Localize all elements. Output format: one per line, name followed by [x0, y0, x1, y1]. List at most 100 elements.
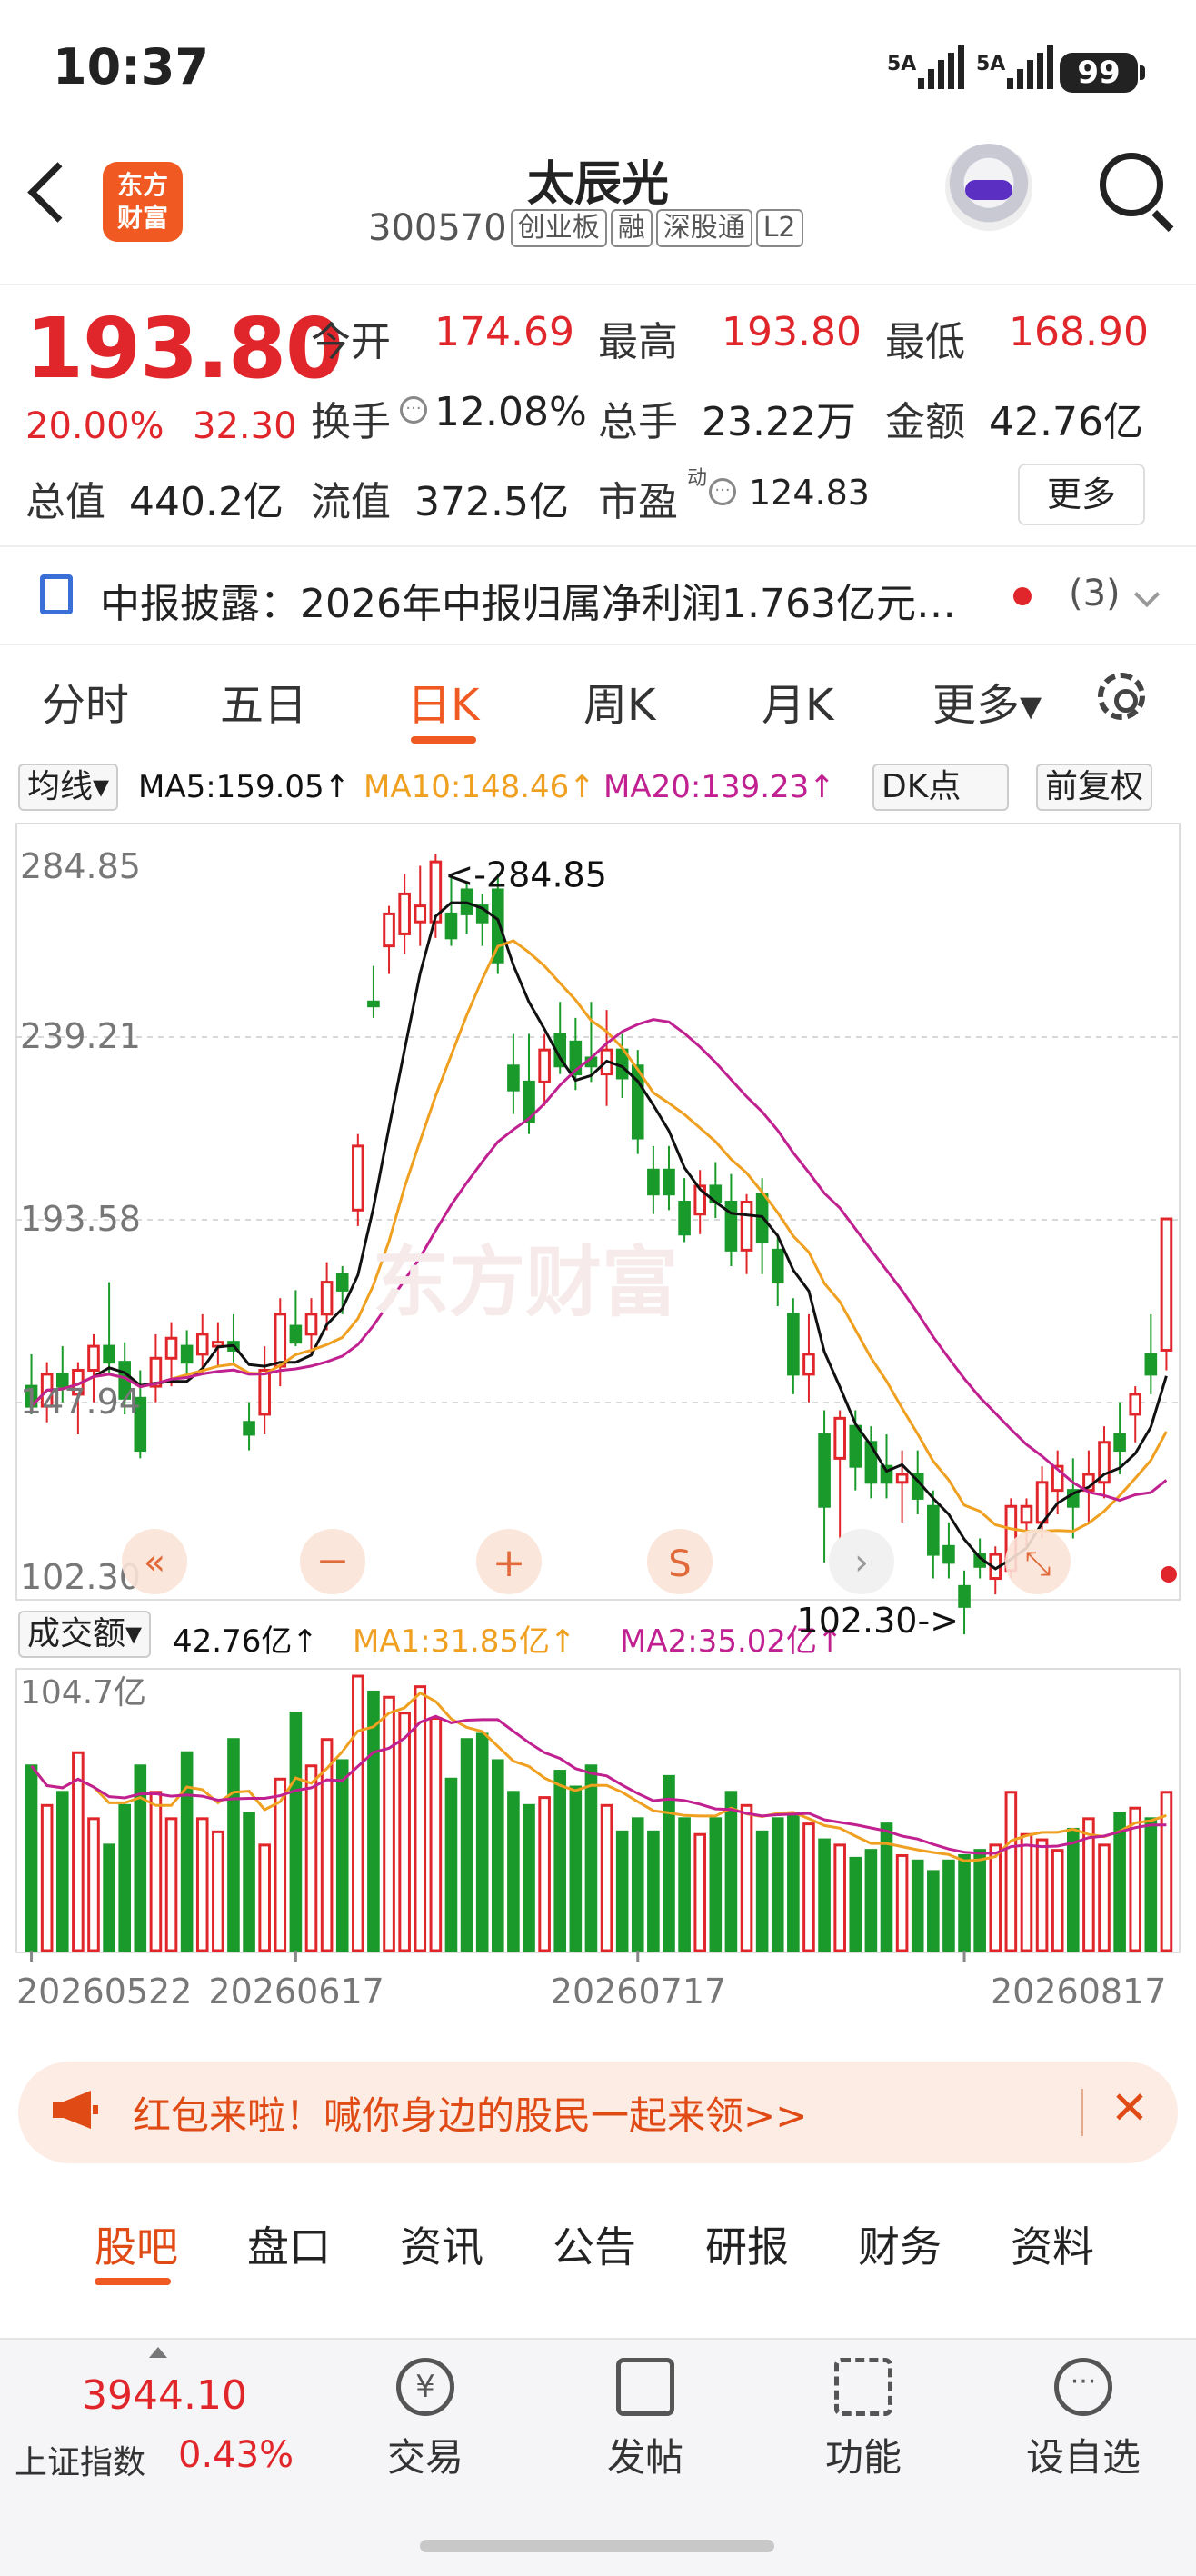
banner-close-icon[interactable]: ✕ [1111, 2082, 1149, 2134]
volume-bar [227, 1738, 240, 1952]
volume-bar [553, 1770, 567, 1952]
tab-research[interactable]: 研报 [705, 2214, 789, 2274]
ma10-line [30, 939, 1168, 1533]
watermark-logo: 东方财富 [373, 1240, 678, 1325]
candle-body [304, 1313, 318, 1336]
volume-bar [989, 1843, 1002, 1952]
volume-bar [771, 1817, 784, 1952]
volume-bar [243, 1812, 255, 1952]
scroll-left-icon: « [144, 1542, 165, 1583]
high-annotation: <-284.85 [444, 854, 607, 894]
volume-bar [212, 1830, 224, 1952]
candle-body [849, 1424, 862, 1468]
candle-body [1160, 1217, 1173, 1352]
index-change[interactable]: 0.43% [178, 2434, 294, 2476]
candle-body [818, 1433, 831, 1508]
candle-body [1113, 1433, 1126, 1453]
index-value[interactable]: 3944.10 [82, 2372, 247, 2419]
candle-body [538, 1048, 551, 1083]
volume-bar [164, 1817, 178, 1952]
volume-bar [40, 1803, 54, 1952]
volume-bar [258, 1843, 271, 1952]
scroll-right-icon: › [854, 1542, 869, 1583]
tab-announcements[interactable]: 公告 [553, 2214, 636, 2274]
volume-bar [1020, 1832, 1033, 1952]
x-label-0: 20260522 [16, 1972, 192, 2012]
volume-bar [693, 1832, 707, 1952]
volume-bar [1051, 1849, 1064, 1952]
volume-bar [973, 1849, 986, 1952]
tab-pankou[interactable]: 盘口 [247, 2214, 331, 2274]
tab-guba[interactable]: 股吧 [95, 2214, 178, 2274]
volume-bar [584, 1764, 598, 1952]
zoom-out-icon: − [316, 1538, 350, 1584]
x-label-3: 20260817 [991, 1972, 1166, 2012]
candle-body [1020, 1504, 1033, 1524]
volume-bar [475, 1732, 489, 1952]
banner-divider [1081, 2089, 1083, 2136]
nav-functions[interactable]: 功能 [791, 2427, 936, 2482]
candle-body [927, 1504, 940, 1556]
candle-body [740, 1201, 753, 1252]
candle-body [958, 1584, 971, 1608]
index-name[interactable]: 上证指数 [15, 2436, 145, 2483]
volume-bar [818, 1838, 831, 1952]
candle-body [771, 1248, 784, 1284]
candle-body [103, 1344, 115, 1364]
candle-body [414, 904, 427, 924]
candle-body [787, 1313, 800, 1376]
volume-bar [289, 1712, 303, 1952]
megaphone-icon [53, 2091, 98, 2129]
volume-bar [1035, 1838, 1049, 1952]
y-tick-3: 147.94 [20, 1382, 141, 1422]
candle-body [864, 1441, 878, 1484]
bottom-tab-indicator [95, 2278, 171, 2285]
volume-bar [787, 1812, 800, 1952]
zoom-in-icon: + [493, 1540, 526, 1586]
tab-profile[interactable]: 资料 [1011, 2214, 1094, 2274]
tab-finance[interactable]: 财务 [858, 2214, 942, 2274]
volume-bar [1098, 1843, 1111, 1952]
volume-max-label: 104.7亿 [20, 1674, 146, 1712]
y-tick-0: 284.85 [20, 846, 141, 886]
nav-trade[interactable]: 交易 [353, 2427, 498, 2482]
volume-bar [195, 1817, 209, 1952]
candle-body [87, 1344, 100, 1372]
live-dot-icon [1161, 1566, 1177, 1583]
volume-bar [709, 1817, 723, 1952]
candle-body [1035, 1481, 1049, 1524]
volume-bar [523, 1803, 535, 1952]
volume-bar [444, 1777, 458, 1952]
nav-add-watchlist[interactable]: 设自选 [1011, 2427, 1156, 2482]
post-edit-icon[interactable] [616, 2358, 674, 2416]
watchlist-add-icon[interactable]: ··· [1054, 2358, 1112, 2416]
candle-body [367, 1000, 380, 1008]
volume-bar [740, 1803, 753, 1952]
tab-news[interactable]: 资讯 [400, 2214, 483, 2274]
volume-bar [802, 1822, 815, 1952]
y-tick-1: 239.21 [20, 1016, 141, 1056]
y-tick-2: 193.58 [20, 1199, 141, 1239]
promo-banner-text[interactable]: 红包来啦！喊你身边的股民一起来领>> [133, 2085, 807, 2141]
volume-bar [460, 1738, 473, 1952]
trade-yen-icon[interactable]: ¥ [396, 2358, 454, 2416]
candle-body [320, 1281, 334, 1316]
functions-grid-icon[interactable] [834, 2358, 892, 2416]
candle-body [274, 1313, 287, 1368]
x-label-1: 20260617 [208, 1972, 384, 2012]
volume-bar [911, 1859, 924, 1952]
candle-body [335, 1273, 349, 1292]
draw-line-icon: S [668, 1543, 691, 1585]
volume-bar [87, 1817, 100, 1952]
candle-body [243, 1421, 255, 1436]
candle-body [802, 1353, 815, 1376]
candle-body [833, 1416, 846, 1460]
x-label-2: 20260717 [551, 1972, 726, 2012]
volume-bar [367, 1690, 380, 1952]
kline-chart[interactable]: 东方财富 284.85 239.21 193.58 147.94 102.30 … [0, 0, 1196, 2036]
volume-bar [927, 1870, 940, 1952]
nav-post[interactable]: 发帖 [573, 2427, 718, 2482]
candle-body [663, 1168, 675, 1196]
volume-bar [678, 1817, 691, 1952]
candle-body [942, 1544, 955, 1564]
